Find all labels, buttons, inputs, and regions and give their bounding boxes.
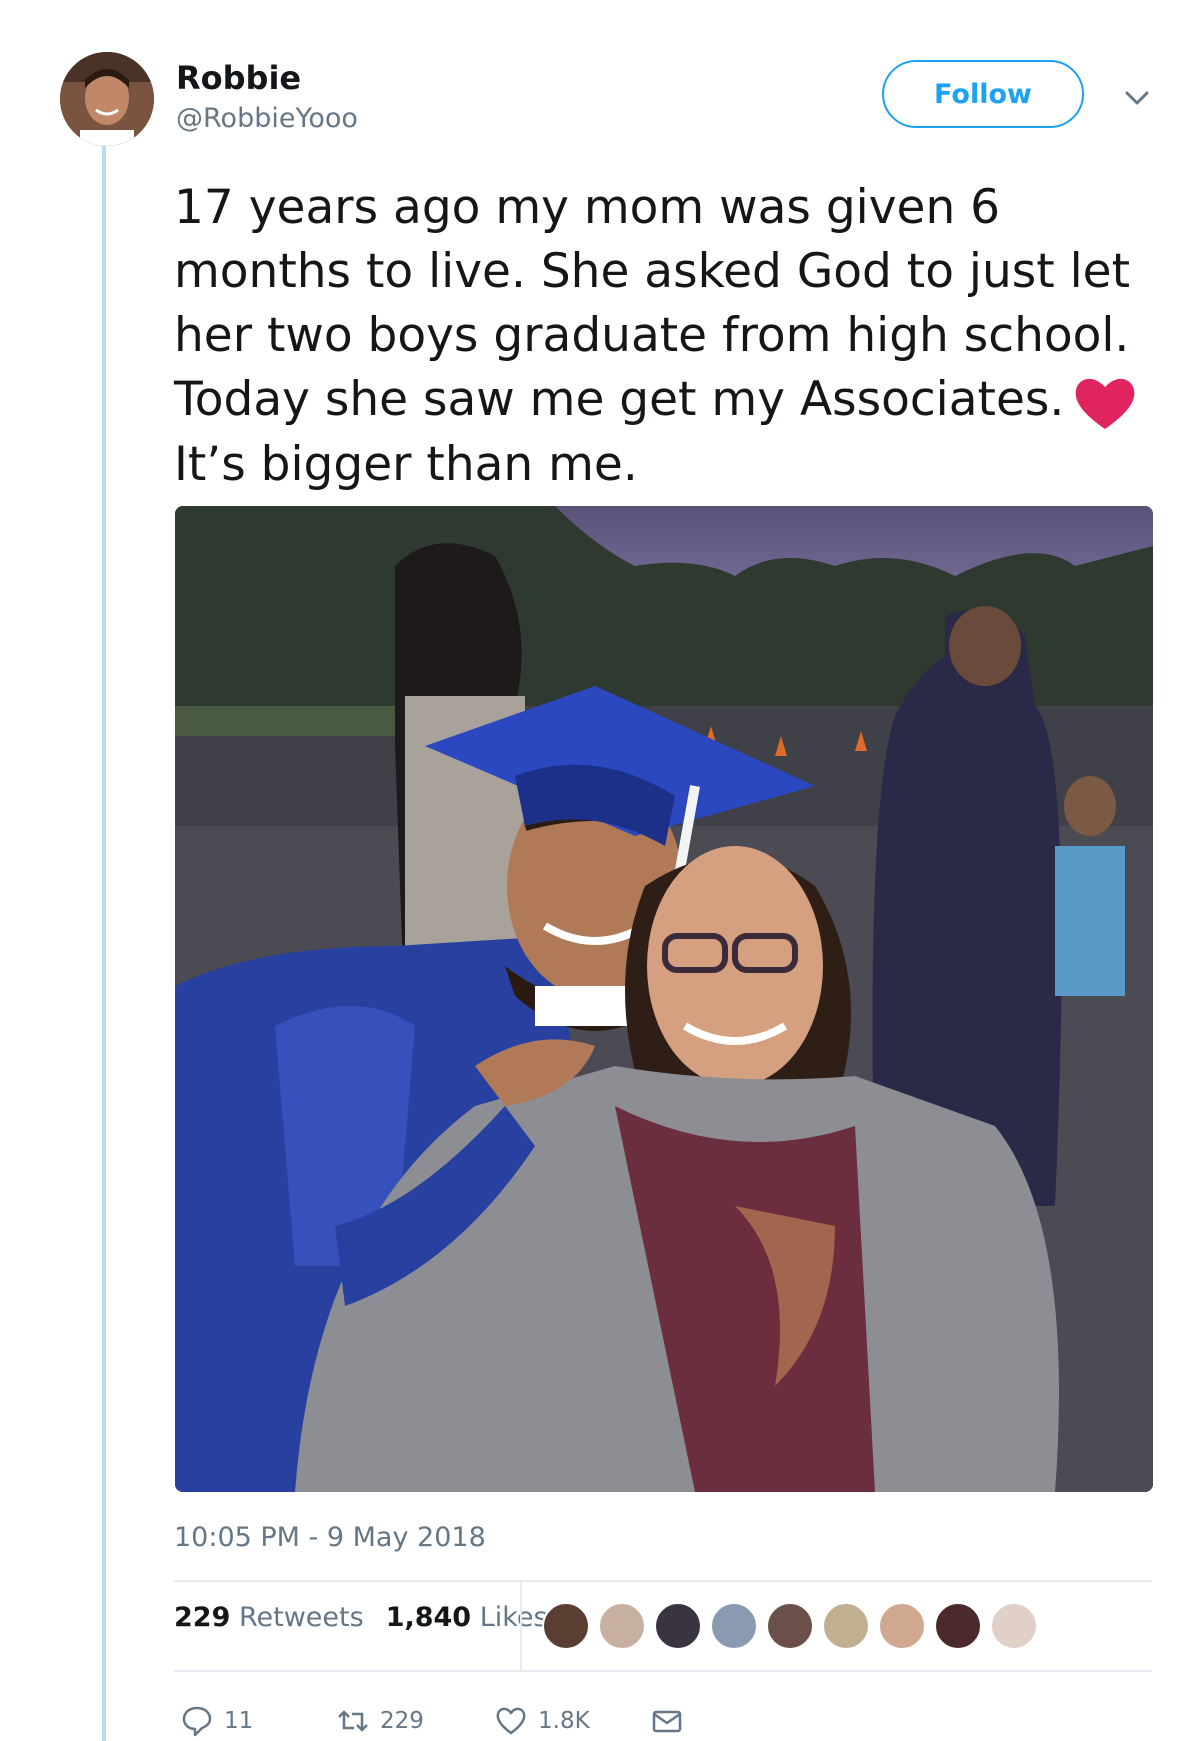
like-heart-icon bbox=[496, 1707, 526, 1735]
liker-avatar[interactable] bbox=[542, 1602, 590, 1650]
tweet-text: 17 years ago my mom was given 6 months t… bbox=[174, 176, 1174, 497]
likes-count: 1,840 bbox=[385, 1602, 472, 1633]
tweet-line: 17 years ago my mom was given 6 bbox=[174, 180, 1001, 235]
tweet-actions: 11 229 1.8K bbox=[180, 1704, 684, 1738]
retweet-icon bbox=[338, 1710, 368, 1732]
user-handle[interactable]: @RobbieYooo bbox=[176, 102, 358, 136]
liker-avatar[interactable] bbox=[990, 1602, 1038, 1650]
tweet-line: Today she saw me get my Associates. bbox=[174, 368, 1174, 433]
retweet-action[interactable]: 229 bbox=[336, 1704, 494, 1738]
like-count: 1.8K bbox=[538, 1708, 590, 1734]
likes-stat[interactable]: 1,840 Likes bbox=[386, 1602, 548, 1633]
retweets-count: 229 bbox=[174, 1602, 231, 1633]
liker-avatar[interactable] bbox=[822, 1602, 870, 1650]
tweet-stats: 229 Retweets 1,840 Likes bbox=[174, 1602, 548, 1633]
like-action[interactable]: 1.8K bbox=[494, 1704, 650, 1738]
liker-avatar[interactable] bbox=[598, 1602, 646, 1650]
reply-action[interactable]: 11 bbox=[180, 1704, 336, 1738]
liker-avatar[interactable] bbox=[654, 1602, 702, 1650]
reply-icon bbox=[182, 1706, 212, 1737]
divider bbox=[174, 1580, 1152, 1582]
tweet-timestamp[interactable]: 10:05 PM - 9 May 2018 bbox=[174, 1522, 486, 1553]
likers-avatars bbox=[542, 1602, 1038, 1650]
tweet-line: It’s bigger than me. bbox=[174, 436, 638, 492]
divider bbox=[174, 1670, 1152, 1672]
follow-button[interactable]: Follow bbox=[882, 60, 1084, 128]
avatar-image bbox=[60, 52, 154, 146]
chevron-down-icon[interactable] bbox=[1122, 86, 1152, 110]
tweet-photo[interactable] bbox=[175, 506, 1153, 1492]
direct-message-action[interactable] bbox=[650, 1704, 684, 1738]
liker-avatar[interactable] bbox=[878, 1602, 926, 1650]
envelope-icon bbox=[652, 1710, 682, 1733]
graduation-photo bbox=[175, 506, 1153, 1492]
retweet-count: 229 bbox=[380, 1708, 424, 1734]
heart-icon bbox=[1076, 378, 1135, 429]
tweet-line: her two boys graduate from high school. bbox=[174, 308, 1130, 363]
liker-avatar[interactable] bbox=[710, 1602, 758, 1650]
tweet-line-text: Today she saw me get my Associates. bbox=[174, 372, 1065, 427]
liker-avatar[interactable] bbox=[766, 1602, 814, 1650]
tweet-line: months to live. She asked God to just le… bbox=[174, 244, 1130, 299]
retweets-label: Retweets bbox=[238, 1602, 364, 1633]
retweets-stat[interactable]: 229 Retweets bbox=[174, 1602, 364, 1633]
thread-line bbox=[102, 146, 106, 1741]
stats-separator bbox=[520, 1582, 522, 1672]
likes-label: Likes bbox=[479, 1602, 548, 1633]
user-name[interactable]: Robbie bbox=[176, 58, 301, 98]
liker-avatar[interactable] bbox=[934, 1602, 982, 1650]
reply-count: 11 bbox=[224, 1708, 254, 1734]
avatar[interactable] bbox=[60, 52, 154, 146]
